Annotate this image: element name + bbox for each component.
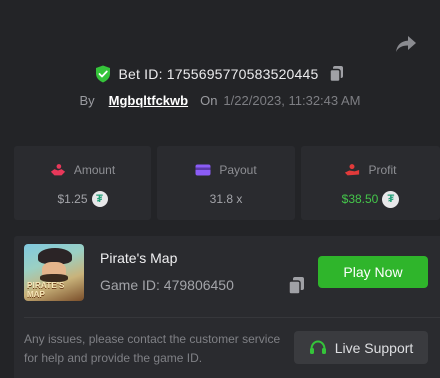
bet-id-value: 1755695770583520445 — [166, 66, 319, 82]
copy-icon — [328, 66, 343, 83]
bet-id-row: Bet ID: 1755695770583520445 — [0, 64, 440, 84]
amount-value-row: $1.25 ₮ — [14, 190, 151, 208]
bet-id-text: Bet ID: 1755695770583520445 — [118, 66, 318, 82]
support-message: Any issues, please contact the customer … — [24, 332, 281, 365]
bet-id-label: Bet ID: — [118, 66, 163, 82]
copy-game-id-button[interactable] — [288, 276, 306, 296]
profit-label: Profit — [368, 163, 397, 177]
username-link[interactable]: Mgbqltfckwb — [109, 93, 188, 108]
live-support-label: Live Support — [334, 339, 414, 356]
game-title: Pirate's Map — [100, 250, 178, 266]
amount-value: $1.25 — [57, 192, 88, 206]
copy-bet-id-button[interactable] — [328, 65, 345, 83]
payout-value-row: 31.8 x — [157, 190, 295, 208]
share-icon — [396, 36, 416, 52]
payout-icon — [195, 163, 211, 177]
payout-header: Payout — [157, 162, 295, 178]
thumb-title-line2: MAP — [27, 290, 45, 299]
bet-detail-panel: Bet ID: 1755695770583520445 By Mgbqltfck… — [0, 0, 440, 378]
game-id: Game ID: 479806450 — [100, 277, 234, 293]
profit-card: Profit $38.50 ₮ — [301, 146, 440, 220]
live-support-button[interactable]: Live Support — [294, 331, 428, 364]
payout-value: 31.8 x — [209, 192, 243, 206]
payout-card: Payout 31.8 x — [157, 146, 295, 220]
divider — [24, 317, 440, 318]
copy-icon — [288, 277, 304, 295]
shield-check-icon — [95, 65, 111, 83]
profit-header: Profit — [301, 162, 440, 178]
amount-card: Amount $1.25 ₮ — [14, 146, 151, 220]
tether-icon: ₮ — [382, 190, 400, 208]
amount-icon — [50, 163, 66, 177]
amount-label: Amount — [73, 163, 116, 177]
on-label: On — [200, 92, 218, 108]
game-thumbnail[interactable]: PIRATE'S MAP — [24, 244, 84, 301]
profit-value-row: $38.50 ₮ — [301, 190, 440, 208]
timestamp: 1/22/2023, 11:32:43 AM — [223, 92, 361, 108]
bet-meta-row: By Mgbqltfckwb On 1/22/2023, 11:32:43 AM — [0, 91, 440, 109]
thumb-title-line1: PIRATE'S — [27, 281, 65, 290]
tether-icon: ₮ — [91, 191, 108, 207]
profit-icon — [344, 163, 360, 177]
amount-header: Amount — [14, 162, 151, 178]
by-label: By — [79, 92, 95, 108]
profit-value: $38.50 — [341, 192, 379, 206]
game-card: PIRATE'S MAP Pirate's Map Game ID: 47980… — [14, 236, 440, 378]
payout-label: Payout — [219, 163, 257, 177]
play-now-button[interactable]: Play Now — [318, 256, 428, 288]
headset-icon — [309, 339, 327, 357]
share-button[interactable] — [394, 33, 418, 55]
stats-row: Amount $1.25 ₮ Payout 31.8 x Profit $38.… — [14, 146, 440, 220]
